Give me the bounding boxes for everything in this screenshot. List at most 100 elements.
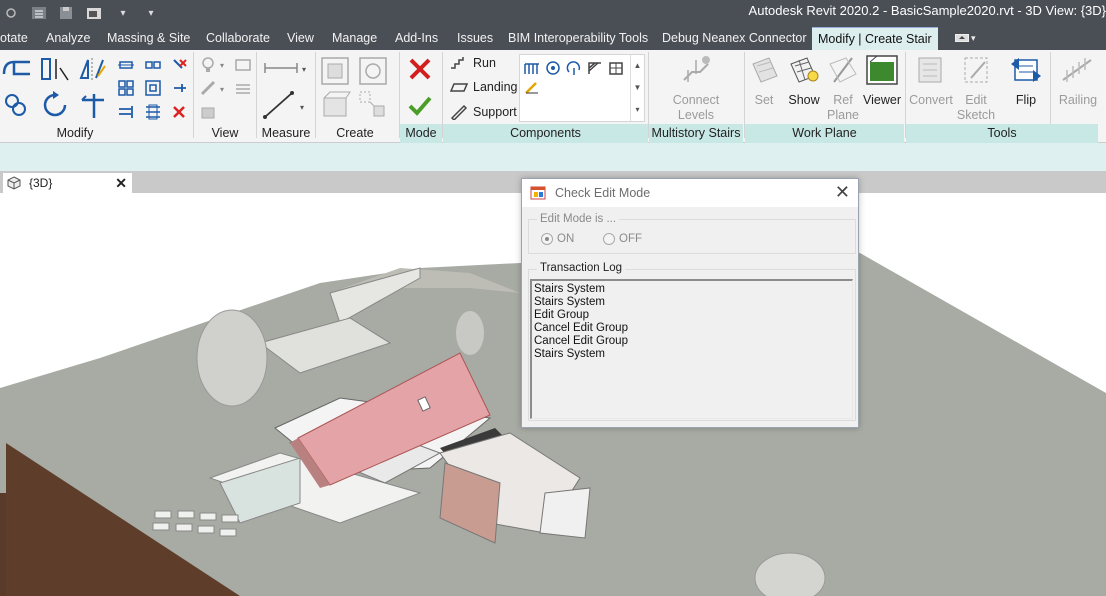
tab-debug-neanex[interactable]: Debug Neanex Connector	[662, 27, 807, 50]
dropdown-icon[interactable]: ▾	[112, 3, 134, 23]
log-line: Cancel Edit Group	[534, 335, 628, 347]
landing-label: Landing	[473, 80, 518, 94]
u-winder-icon[interactable]	[608, 60, 624, 76]
tab-manage[interactable]: Manage	[332, 27, 377, 50]
ref-plane-line2: Plane	[827, 108, 859, 122]
create-parts-icon[interactable]	[358, 54, 390, 86]
finish-green-check-icon[interactable]	[407, 94, 433, 118]
tab-analyze[interactable]: Analyze	[46, 27, 90, 50]
dialog-title: Check Edit Mode	[555, 186, 651, 200]
support-icon	[450, 104, 468, 120]
tab-issues[interactable]: Issues	[457, 27, 493, 50]
customize-toolbar-icon[interactable]: ▾	[140, 3, 162, 23]
tab-bim-interoperability[interactable]: BIM Interoperability Tools	[508, 27, 648, 50]
flip-button[interactable]: Flip	[1006, 54, 1046, 108]
panel-title-view: View	[211, 126, 239, 140]
create-group-icon[interactable]	[320, 54, 352, 86]
offset-icon[interactable]	[40, 56, 70, 82]
sketch-run-icon[interactable]	[524, 81, 540, 95]
ribbon-tab-row: otate Analyze Massing & Site Collaborate…	[0, 27, 1106, 50]
component-landing[interactable]: Landing	[450, 80, 518, 94]
close-icon[interactable]: ✕	[115, 175, 127, 192]
radio-on-label: ON	[557, 233, 575, 245]
ribbon-minimize-icon[interactable]: ▾	[955, 31, 983, 45]
transaction-log-label: Transaction Log	[537, 262, 626, 274]
trim-extend-icon[interactable]	[78, 90, 108, 120]
pin-icon[interactable]	[172, 81, 188, 95]
svg-text:▾: ▾	[302, 65, 306, 74]
align-icon[interactable]	[2, 56, 32, 82]
show-label: Show	[788, 93, 820, 107]
dialog-title-bar[interactable]: Check Edit Mode ✕	[522, 179, 858, 207]
rotate-icon[interactable]	[40, 90, 70, 120]
show-workplane-button[interactable]: Show	[784, 54, 824, 108]
convert-button[interactable]: Convert	[907, 54, 955, 108]
create-assembly-icon[interactable]	[320, 90, 352, 120]
railing-button[interactable]: Railing	[1056, 54, 1100, 108]
offset-circles-icon[interactable]	[2, 92, 32, 118]
create-similar-icon[interactable]	[358, 90, 390, 120]
run-icon	[451, 57, 464, 69]
undo-list-icon[interactable]	[28, 3, 50, 23]
spiral-run-icon[interactable]	[545, 60, 561, 76]
paint-icon[interactable]	[200, 104, 220, 122]
edit-sketch-button[interactable]: Edit Sketch	[955, 54, 997, 123]
radio-on[interactable]: ON	[541, 233, 574, 245]
array-icon[interactable]	[118, 80, 134, 96]
thin-lines-icon[interactable]	[234, 56, 254, 74]
transaction-log-textbox[interactable]: Stairs System Stairs System Edit Group C…	[530, 279, 853, 419]
trim-multiple-icon[interactable]	[118, 104, 134, 120]
component-support[interactable]: Support	[450, 104, 517, 120]
component-run[interactable]: Run	[450, 56, 496, 70]
support-label: Support	[473, 105, 517, 119]
3d-view-icon	[7, 176, 21, 190]
tab-collaborate[interactable]: Collaborate	[206, 27, 270, 50]
radio-on-indicator	[541, 233, 553, 245]
dimension-icon[interactable]: ▾	[262, 90, 310, 120]
panel-title-multistory: Multistory Stairs	[649, 124, 743, 143]
connect-levels-line1: Connect	[672, 93, 720, 107]
straight-run-icon[interactable]	[524, 61, 540, 75]
gallery-scroll[interactable]: ▲ ▼ ▾	[630, 55, 644, 121]
mirror-pick-icon[interactable]	[78, 56, 108, 82]
copy-small-icon[interactable]	[145, 58, 161, 72]
cancel-red-x-icon[interactable]	[407, 56, 433, 82]
tab-annotate[interactable]: otate	[0, 27, 28, 50]
delete-icon[interactable]	[172, 105, 186, 119]
sync-icon[interactable]	[84, 3, 106, 23]
viewer-icon	[866, 55, 898, 85]
measure-distance-icon[interactable]: ▾	[262, 58, 310, 78]
title-bar: ▾ ▾ Autodesk Revit 2020.2 - BasicSample2…	[0, 0, 1106, 27]
split-gap-icon[interactable]	[145, 104, 161, 120]
tab-view[interactable]: View	[287, 27, 314, 50]
panel-title-create: Create	[336, 126, 374, 140]
tab-massing-site[interactable]: Massing & Site	[107, 27, 190, 50]
view-tab-label: {3D}	[29, 176, 53, 190]
panel-title-components: Components	[443, 124, 648, 143]
linework-icon[interactable]	[234, 80, 254, 98]
flip-label: Flip	[1015, 93, 1037, 107]
l-winder-icon[interactable]	[587, 60, 603, 76]
scale-icon[interactable]	[145, 80, 161, 96]
tab-add-ins[interactable]: Add-Ins	[395, 27, 438, 50]
radio-off[interactable]: OFF	[603, 233, 642, 245]
override-graphics-icon[interactable]: ▾	[200, 80, 228, 98]
center-ends-spiral-icon[interactable]	[566, 60, 582, 76]
split-icon[interactable]	[172, 57, 188, 73]
log-line: Cancel Edit Group	[534, 322, 628, 334]
log-line: Edit Group	[534, 309, 589, 321]
revit-logo-icon[interactable]	[0, 3, 22, 23]
hide-bulb-icon[interactable]: ▾	[200, 56, 228, 74]
close-icon[interactable]: ✕	[835, 183, 850, 201]
set-workplane-button[interactable]: Set	[748, 54, 780, 108]
tab-modify-create-stair[interactable]: Modify | Create Stair	[812, 27, 938, 50]
connect-levels-button[interactable]: Connect Levels	[660, 54, 732, 123]
panel-title-tools: Tools	[906, 124, 1098, 143]
viewer-button[interactable]: Viewer	[862, 54, 902, 108]
save-icon[interactable]	[56, 3, 78, 23]
move-small-icon[interactable]	[118, 58, 134, 72]
ref-plane-button[interactable]: Ref Plane	[826, 54, 860, 123]
panel-title-measure: Measure	[261, 126, 311, 140]
log-line: Stairs System	[534, 283, 605, 295]
view-tab-3d[interactable]: {3D} ✕	[3, 173, 132, 193]
